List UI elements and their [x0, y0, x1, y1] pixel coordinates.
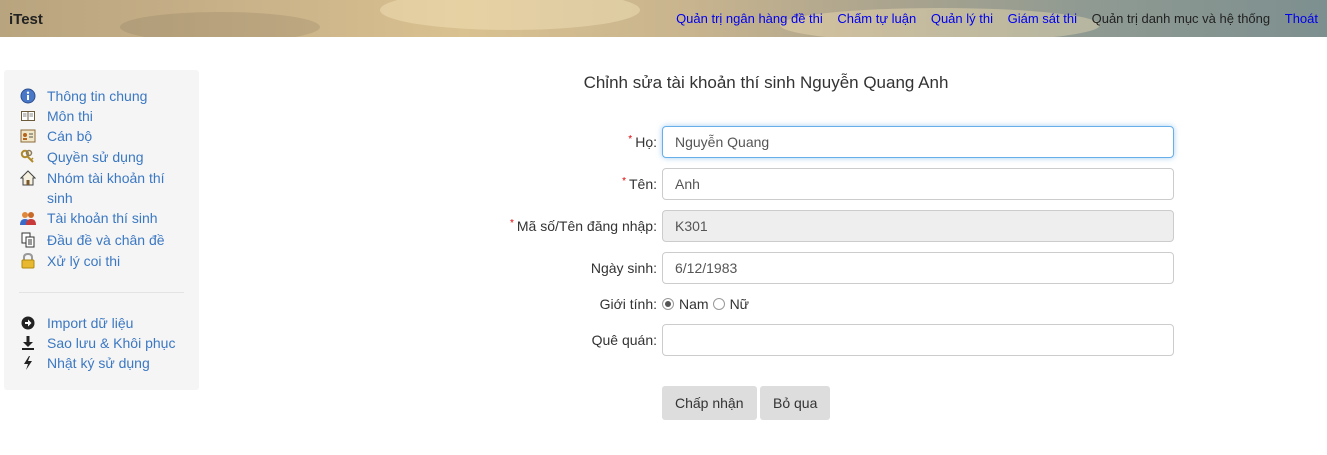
gender-option-female-label[interactable]: Nữ: [730, 296, 749, 312]
sidebar-item-label: Import dữ liệu: [47, 315, 134, 331]
gender-label: Giới tính:: [599, 296, 657, 312]
last-name-input[interactable]: [662, 126, 1174, 158]
info-icon: [19, 87, 37, 105]
sidebar-item-candidate-accounts[interactable]: Tài khoản thí sinh: [19, 208, 189, 228]
gender-radio-female[interactable]: [712, 298, 725, 310]
lock-icon: [19, 252, 37, 270]
users-icon: [19, 209, 37, 227]
arrow-circle-right-icon: [19, 314, 37, 332]
sidebar-item-import-data[interactable]: Import dữ liệu: [19, 313, 189, 333]
brand-logo[interactable]: iTest: [9, 11, 43, 28]
nav-question-bank[interactable]: Quản trị ngân hàng đề thi: [676, 11, 823, 26]
gender-option-male-label[interactable]: Nam: [679, 296, 709, 312]
sidebar-item-label: Thông tin chung: [47, 88, 148, 104]
accept-button[interactable]: Chấp nhận: [662, 386, 757, 420]
sidebar-item-usage-log[interactable]: Nhật ký sử dụng: [19, 353, 189, 373]
gender-radio-male[interactable]: [662, 298, 674, 310]
sidebar-item-label: Sao lưu & Khôi phục: [47, 335, 176, 351]
download-icon: [19, 334, 37, 352]
sidebar-item-label: Quyền sử dụng: [47, 149, 144, 165]
nav-system-admin[interactable]: Quản trị danh mục và hệ thống: [1092, 11, 1271, 26]
last-name-label: * Họ:: [440, 134, 657, 150]
top-navbar: iTest Quản trị ngân hàng đề thi Chấm tự …: [0, 0, 1327, 37]
gender-radio-group: Nam Nữ: [662, 296, 749, 312]
birthday-label: Ngày sinh:: [590, 260, 657, 276]
sidebar-item-subjects[interactable]: Môn thi: [19, 106, 189, 126]
sidebar-divider: [19, 292, 184, 293]
lightning-icon: [19, 354, 37, 372]
sidebar-item-exam-handling[interactable]: Xử lý coi thi: [19, 251, 189, 271]
required-mark: *: [509, 218, 514, 229]
username-label-text: Mã số/Tên đăng nhập:: [516, 218, 657, 234]
top-nav: Quản trị ngân hàng đề thi Chấm tự luận Q…: [665, 11, 1318, 26]
header-background-shape: [120, 12, 320, 37]
keys-icon: [19, 148, 37, 166]
username-label: * Mã số/Tên đăng nhập:: [440, 218, 657, 234]
house-icon: [19, 169, 37, 187]
sidebar-item-label: Môn thi: [47, 108, 93, 124]
sidebar-item-label: Nhật ký sử dụng: [47, 355, 150, 371]
sidebar-item-label: Cán bộ: [47, 128, 93, 144]
sidebar-item-backup-restore[interactable]: Sao lưu & Khôi phục: [19, 333, 189, 353]
sidebar-item-header-footer[interactable]: Đầu đề và chân đề: [19, 230, 189, 250]
last-name-label-text: Họ:: [635, 134, 657, 150]
username-input: [662, 210, 1174, 242]
sidebar-item-general-info[interactable]: Thông tin chung: [19, 86, 189, 106]
book-icon: [19, 107, 37, 125]
first-name-label: * Tên:: [440, 176, 657, 192]
hometown-label: Quê quán:: [591, 332, 657, 348]
sidebar-item-label: Nhóm tài khoản thí sinh: [47, 170, 165, 206]
sidebar-item-account-groups[interactable]: Nhóm tài khoản thí sinh: [19, 168, 189, 208]
sidebar-item-permissions[interactable]: Quyền sử dụng: [19, 147, 189, 167]
nav-logout[interactable]: Thoát: [1285, 11, 1318, 26]
nav-exam-management[interactable]: Quản lý thi: [931, 11, 993, 26]
sidebar: Thông tin chung Môn thi Cán bộ Quyền sử …: [4, 70, 199, 390]
required-mark: *: [622, 176, 626, 187]
birthday-input[interactable]: [662, 252, 1174, 284]
nav-exam-monitoring[interactable]: Giám sát thi: [1008, 11, 1077, 26]
first-name-input[interactable]: [662, 168, 1174, 200]
id-card-icon: [19, 127, 37, 145]
first-name-label-text: Tên:: [628, 176, 657, 192]
nav-essay-grading[interactable]: Chấm tự luận: [837, 11, 916, 26]
required-mark: *: [628, 134, 633, 145]
hometown-input[interactable]: [662, 324, 1174, 356]
sidebar-item-label: Tài khoản thí sinh: [47, 210, 158, 226]
copy-icon: [19, 231, 37, 249]
sidebar-item-label: Xử lý coi thi: [47, 253, 121, 269]
sidebar-item-label: Đầu đề và chân đề: [47, 232, 165, 248]
cancel-button[interactable]: Bỏ qua: [760, 386, 831, 420]
header-background-shape: [380, 0, 640, 30]
sidebar-item-staff[interactable]: Cán bộ: [19, 126, 189, 146]
page-title: Chỉnh sửa tài khoản thí sinh Nguyễn Quan…: [583, 73, 949, 92]
